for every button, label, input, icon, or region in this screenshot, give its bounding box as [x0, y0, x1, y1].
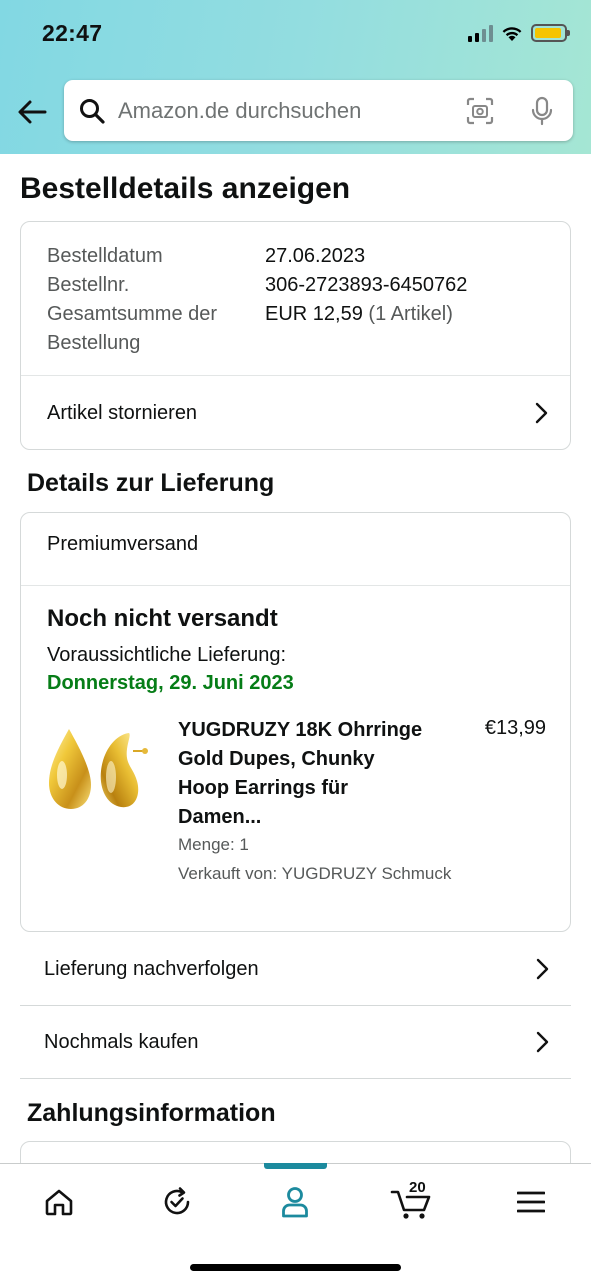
- search-bar[interactable]: [64, 80, 573, 141]
- chevron-right-icon: [533, 1031, 551, 1053]
- cancel-items-label: Artikel stornieren: [47, 401, 198, 424]
- cancel-items-row[interactable]: Artikel stornieren: [21, 376, 570, 450]
- order-total-label: Gesamtsumme der Bestellung: [47, 303, 218, 354]
- shipping-method: Premiumversand: [47, 533, 199, 555]
- nav-orders[interactable]: [147, 1180, 207, 1224]
- order-info: Bestelldatum 27.06.2023 Bestellnr. 306-2…: [47, 242, 547, 358]
- order-date-row: Bestelldatum 27.06.2023: [47, 242, 547, 271]
- order-total-amount: EUR 12,59: [265, 303, 363, 325]
- order-total-value: EUR 12,59 (1 Artikel): [265, 300, 547, 358]
- account-icon: [282, 1187, 308, 1218]
- order-total-row: Gesamtsumme der Bestellung EUR 12,59 (1 …: [47, 300, 547, 358]
- buy-again-row[interactable]: Nochmals kaufen: [20, 1006, 571, 1079]
- orders-refresh-icon: [164, 1187, 190, 1215]
- wifi-icon: [502, 26, 522, 41]
- product-price: €13,99: [484, 717, 546, 739]
- home-icon: [45, 1189, 73, 1216]
- order-date-value: 27.06.2023: [265, 245, 366, 267]
- cart-count-badge: 20: [409, 1179, 426, 1196]
- microphone-icon[interactable]: [527, 96, 557, 126]
- battery-icon: [531, 24, 570, 42]
- track-delivery-label: Lieferung nachverfolgen: [44, 957, 259, 980]
- order-number-label: Bestellnr.: [47, 274, 130, 296]
- order-item-count: (1 Artikel): [368, 303, 453, 325]
- status-time: 22:47: [42, 20, 103, 46]
- order-summary-card: Bestelldatum 27.06.2023 Bestellnr. 306-2…: [20, 221, 571, 450]
- divider: [21, 585, 570, 586]
- nav-cart[interactable]: 20: [382, 1179, 442, 1224]
- home-indicator: [190, 1264, 401, 1271]
- bottom-nav: 20: [0, 1163, 591, 1280]
- status-icons: [468, 24, 570, 42]
- search-input[interactable]: [118, 90, 465, 131]
- order-number-row: Bestellnr. 306-2723893-6450762: [47, 271, 547, 300]
- order-number-value: 306-2723893-6450762: [265, 274, 468, 296]
- cellular-signal-icon: [468, 24, 493, 42]
- shipment-status: Noch nicht versandt: [47, 605, 278, 632]
- search-icon: [78, 97, 106, 125]
- nav-menu[interactable]: [501, 1180, 561, 1224]
- menu-icon: [517, 1191, 545, 1213]
- product-quantity: Menge: 1: [178, 835, 249, 854]
- eta-label: Voraussichtliche Lieferung:: [47, 644, 287, 666]
- camera-scan-icon[interactable]: [465, 96, 495, 126]
- chevron-right-icon: [532, 402, 550, 424]
- buy-again-label: Nochmals kaufen: [44, 1030, 199, 1053]
- delivery-section-title: Details zur Lieferung: [27, 469, 275, 497]
- eta-date: Donnerstag, 29. Juni 2023: [47, 672, 294, 694]
- back-arrow-icon: [18, 100, 47, 124]
- active-tab-indicator: [264, 1163, 327, 1169]
- nav-account[interactable]: [265, 1180, 325, 1224]
- track-delivery-row[interactable]: Lieferung nachverfolgen: [20, 933, 571, 1006]
- page-title: Bestelldetails anzeigen: [20, 172, 351, 205]
- delivery-card: Premiumversand Noch nicht versandt Vorau…: [20, 512, 571, 932]
- payment-section-title: Zahlungsinformation: [27, 1099, 276, 1127]
- back-button[interactable]: [14, 94, 50, 130]
- order-date-label: Bestelldatum: [47, 245, 163, 267]
- chevron-right-icon: [533, 958, 551, 980]
- product-title-link[interactable]: YUGDRUZY 18K Ohrringe Gold Dupes, Chunky…: [178, 716, 428, 832]
- product-seller: Verkauft von: YUGDRUZY Schmuck: [178, 864, 452, 883]
- nav-home[interactable]: [29, 1180, 89, 1224]
- app-header: 22:47: [0, 0, 591, 154]
- product-image[interactable]: [45, 725, 153, 813]
